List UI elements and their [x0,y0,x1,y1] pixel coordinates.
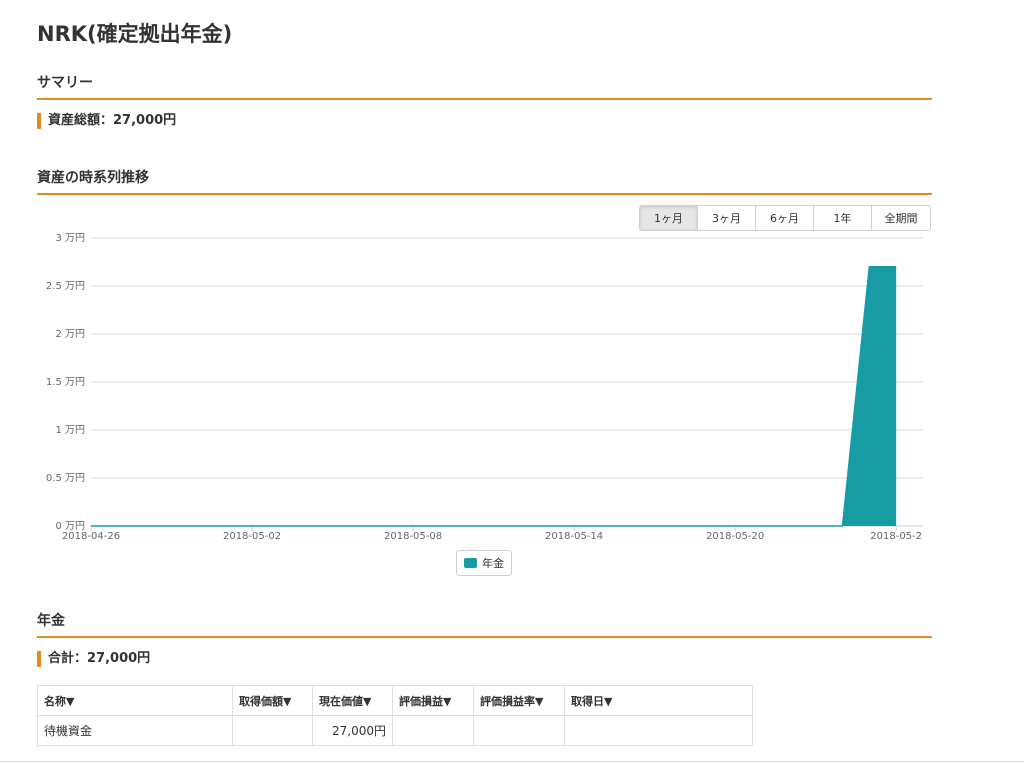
range-1-year-button[interactable]: 1年 [814,206,872,230]
cell-gain-rate [473,715,565,746]
y-tick-label: 3 万円 [55,233,85,244]
x-tick-label: 2018-05-14 [545,531,603,542]
chart-legend[interactable]: 年金 [456,550,512,576]
y-tick-label: 1 万円 [55,425,85,436]
column-gain-rate-header[interactable]: 評価損益率▼ [473,685,565,716]
column-acquisition-date-header[interactable]: 取得日▼ [564,685,753,716]
column-current-value-header[interactable]: 現在価値▼ [312,685,393,716]
legend-swatch [464,558,477,568]
series-line-nenkin [91,266,897,527]
x-tick-label: 2018-05-2 [870,531,922,542]
total-assets-label: 資産総額：27,000円 [37,113,176,129]
x-tick-label: 2018-05-20 [706,531,764,542]
column-unrealized-gain-header[interactable]: 評価損益▼ [392,685,474,716]
cell-name: 待機資金 [37,715,233,746]
holdings-table: 名称▼ 取得価額▼ 現在価値▼ 評価損益▼ 評価損益率▼ 取得日▼ 待機資金 2… [37,685,753,746]
x-tick-label: 2018-05-02 [223,531,281,542]
y-tick-label: 2.5 万円 [46,281,85,292]
range-1-month-button[interactable]: 1ヶ月 [640,206,698,230]
legend-label: 年金 [482,557,504,570]
timeseries-heading: 資産の時系列推移 [37,167,932,195]
summary-heading: サマリー [37,72,932,100]
cell-unrealized-gain [392,715,474,746]
y-tick-label: 0.5 万円 [46,473,85,484]
table-header-row: 名称▼ 取得価額▼ 現在価値▼ 評価損益▼ 評価損益率▼ 取得日▼ [37,685,753,716]
asset-timeseries-chart: 0 万円0.5 万円1 万円1.5 万円2 万円2.5 万円3 万円2018-0… [46,233,923,542]
cell-acquisition-price [232,715,313,746]
cell-current-value: 27,000円 [312,715,393,746]
bottom-divider [0,761,1024,762]
column-name-header[interactable]: 名称▼ [37,685,233,716]
y-tick-label: 1.5 万円 [46,377,85,388]
column-acquisition-price-header[interactable]: 取得価額▼ [232,685,313,716]
range-3-months-button[interactable]: 3ヶ月 [698,206,756,230]
cell-acquisition-date [564,715,753,746]
pension-heading: 年金 [37,610,932,638]
x-tick-label: 2018-05-08 [384,531,442,542]
pension-total-label: 合計：27,000円 [37,651,150,667]
range-6-months-button[interactable]: 6ヶ月 [756,206,814,230]
series-area-nenkin [91,266,897,526]
page-title: NRK(確定拠出年金) [37,22,233,46]
y-tick-label: 2 万円 [55,329,85,340]
table-row: 待機資金 27,000円 [37,715,753,746]
x-tick-label: 2018-04-26 [62,531,120,542]
range-all-button[interactable]: 全期間 [872,206,930,230]
